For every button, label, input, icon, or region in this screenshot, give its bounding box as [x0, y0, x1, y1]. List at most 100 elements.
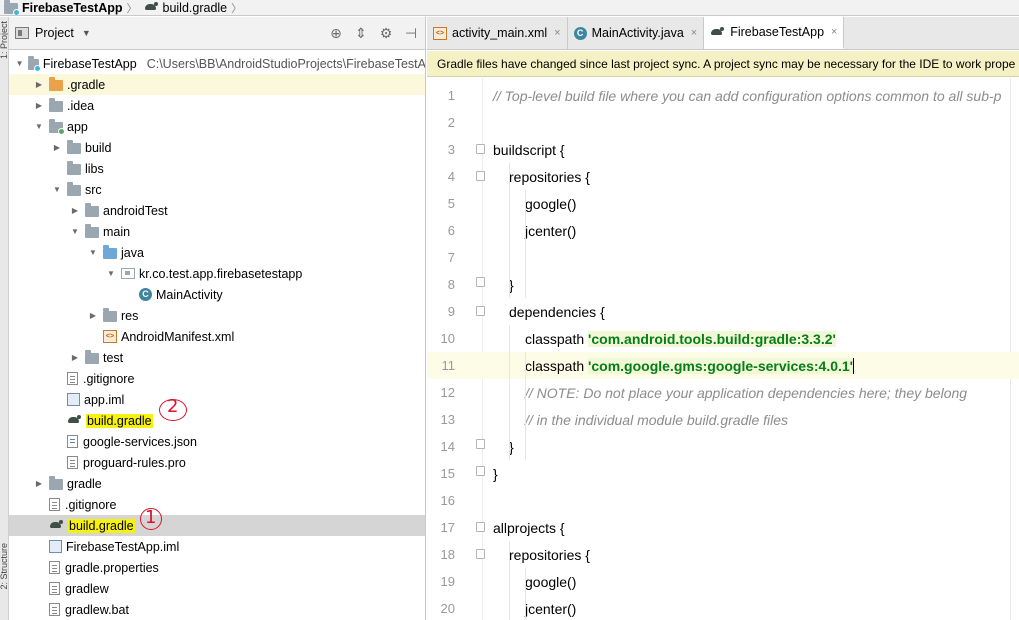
- tree-item[interactable]: ▼ app: [9, 116, 425, 137]
- tree-item[interactable]: ▼ java: [9, 242, 425, 263]
- code-line[interactable]: 13 // in the individual module build.grad…: [427, 406, 1019, 433]
- close-icon[interactable]: ×: [554, 27, 560, 39]
- tree-item[interactable]: · gradlew: [9, 578, 425, 599]
- code-token: // Top-level build file where you can ad…: [493, 87, 1002, 104]
- tree-item-label: FirebaseTestApp: [42, 56, 137, 71]
- tree-item[interactable]: · gradle.properties: [9, 557, 425, 578]
- tree-item[interactable]: · libs: [9, 158, 425, 179]
- tree-item[interactable]: · gradlew.bat: [9, 599, 425, 620]
- editor-tab[interactable]: FirebaseTestApp ×: [704, 17, 845, 49]
- code-line[interactable]: 1 // Top-level build file where you can a…: [427, 82, 1019, 109]
- editor-tab[interactable]: <> activity_main.xml ×: [427, 17, 568, 49]
- tree-item[interactable]: ▶ gradle: [9, 473, 425, 494]
- tree-item[interactable]: ▶ res: [9, 305, 425, 326]
- code-line[interactable]: 3 buildscript {: [427, 136, 1019, 163]
- code-line[interactable]: 4 repositories {: [427, 163, 1019, 190]
- tree-spacer: ·: [123, 290, 135, 299]
- fold-marker-icon[interactable]: [476, 466, 485, 476]
- breadcrumb-separator-icon: 〉: [126, 2, 138, 15]
- fold-marker-icon[interactable]: [476, 549, 485, 559]
- fold-marker-icon[interactable]: [476, 144, 485, 154]
- collapse-arrow-icon[interactable]: ▶: [69, 353, 81, 362]
- collapse-arrow-icon[interactable]: ▶: [51, 143, 63, 152]
- collapse-arrow-icon[interactable]: ▶: [69, 206, 81, 215]
- tree-item[interactable]: · .gitignore: [9, 494, 425, 515]
- tree-item[interactable]: · build.gradle: [9, 515, 425, 536]
- tree-item[interactable]: ▼ main: [9, 221, 425, 242]
- editor-tab[interactable]: C MainActivity.java ×: [568, 17, 705, 49]
- code-line[interactable]: 14}: [427, 433, 1019, 460]
- collapse-arrow-icon[interactable]: ▶: [33, 80, 45, 89]
- code-token: jcenter(): [525, 600, 577, 617]
- tree-item-label: java: [121, 245, 144, 260]
- tree-item[interactable]: · build.gradle: [9, 410, 425, 431]
- collapse-arrow-icon[interactable]: ▶: [87, 311, 99, 320]
- tree-item[interactable]: ▼ kr.co.test.app.firebasetestapp: [9, 263, 425, 284]
- tree-item-label: kr.co.test.app.firebasetestapp: [139, 266, 303, 281]
- code-line[interactable]: 11 classpath 'com.google.gms:google-servi…: [427, 352, 1019, 379]
- code-line[interactable]: 15}: [427, 460, 1019, 487]
- code-line[interactable]: 19 google(): [427, 568, 1019, 595]
- code-line[interactable]: 5 google(): [427, 190, 1019, 217]
- hide-icon[interactable]: ⊣: [403, 25, 419, 42]
- tree-item[interactable]: · app.iml: [9, 389, 425, 410]
- code-line[interactable]: 16: [427, 487, 1019, 514]
- tree-item-label: src: [85, 182, 102, 197]
- fold-gutter: [467, 271, 493, 298]
- tree-spacer: ·: [51, 458, 63, 467]
- tree-item[interactable]: · proguard-rules.pro: [9, 452, 425, 473]
- fold-marker-icon[interactable]: [476, 171, 485, 181]
- code-line[interactable]: 9 dependencies {: [427, 298, 1019, 325]
- collapse-arrow-icon[interactable]: ▶: [33, 101, 45, 110]
- expand-arrow-icon[interactable]: ▼: [69, 227, 81, 236]
- expand-arrow-icon[interactable]: ▼: [87, 248, 99, 257]
- expand-arrow-icon[interactable]: ▼: [15, 59, 24, 68]
- tree-item[interactable]: ▼ src: [9, 179, 425, 200]
- tree-item[interactable]: ▶ test: [9, 347, 425, 368]
- fold-marker-icon[interactable]: [476, 522, 485, 532]
- fold-gutter: [467, 190, 493, 217]
- code-line[interactable]: 12 // NOTE: Do not place your application…: [427, 379, 1019, 406]
- code-token: repositories {: [509, 168, 590, 185]
- expand-arrow-icon[interactable]: ▼: [51, 185, 63, 194]
- tree-item[interactable]: ▼ FirebaseTestApp C:\Users\BB\AndroidStudi…: [9, 53, 425, 74]
- code-text: // Top-level build file where you can ad…: [493, 88, 1001, 104]
- tree-item[interactable]: · C MainActivity: [9, 284, 425, 305]
- project-folder-icon: [4, 0, 20, 15]
- tree-item[interactable]: ▶ .idea: [9, 95, 425, 116]
- close-icon[interactable]: ×: [691, 27, 697, 39]
- code-line[interactable]: 2: [427, 109, 1019, 136]
- fold-marker-icon[interactable]: [476, 277, 485, 287]
- project-view-selector[interactable]: Project ▼: [15, 26, 91, 40]
- close-icon[interactable]: ×: [831, 26, 837, 38]
- fold-marker-icon[interactable]: [476, 306, 485, 316]
- breadcrumb-project[interactable]: FirebaseTestApp: [0, 0, 123, 15]
- globe-icon[interactable]: ⊕: [328, 25, 344, 42]
- settings-icon[interactable]: ⚙: [378, 25, 394, 42]
- code-line[interactable]: 20 jcenter(): [427, 595, 1019, 620]
- project-tool-tab[interactable]: 1: Project: [0, 21, 8, 59]
- tree-item[interactable]: ▶ build: [9, 137, 425, 158]
- structure-tool-tab[interactable]: 2: Structure: [0, 543, 8, 590]
- fold-marker-icon[interactable]: [476, 439, 485, 449]
- code-line[interactable]: 18 repositories {: [427, 541, 1019, 568]
- fold-gutter: [467, 433, 493, 460]
- tree-item[interactable]: · <> AndroidManifest.xml: [9, 326, 425, 347]
- tree-item-label: test: [103, 350, 124, 365]
- code-line[interactable]: 6 jcenter(): [427, 217, 1019, 244]
- breadcrumb-file[interactable]: build.gradle: [142, 1, 227, 15]
- tree-item[interactable]: ▶ androidTest: [9, 200, 425, 221]
- indent-guide: [525, 190, 526, 298]
- collapse-arrow-icon[interactable]: ▶: [33, 479, 45, 488]
- code-line[interactable]: 8}: [427, 271, 1019, 298]
- code-line[interactable]: 17 allprojects {: [427, 514, 1019, 541]
- tree-item[interactable]: · google-services.json: [9, 431, 425, 452]
- code-line[interactable]: 10 classpath 'com.android.tools.build:gra…: [427, 325, 1019, 352]
- expand-arrow-icon[interactable]: ▼: [105, 269, 117, 278]
- expand-arrow-icon[interactable]: ▼: [33, 122, 45, 131]
- tree-item[interactable]: · FirebaseTestApp.iml: [9, 536, 425, 557]
- tree-item[interactable]: · .gitignore: [9, 368, 425, 389]
- tree-item[interactable]: ▶ .gradle: [9, 74, 425, 95]
- code-line[interactable]: 7: [427, 244, 1019, 271]
- collapse-icon[interactable]: ⇕: [353, 25, 369, 42]
